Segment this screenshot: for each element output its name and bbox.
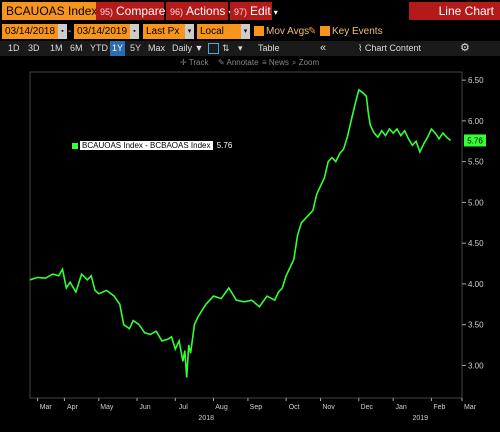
dropdown-icon[interactable]: ▾ bbox=[241, 24, 250, 39]
chart-type-title: Line Chart bbox=[408, 2, 500, 20]
year-label: 2018 bbox=[198, 415, 214, 422]
edit-label: Edit bbox=[250, 4, 271, 18]
x-tick-label: Apr bbox=[67, 404, 79, 411]
chart-content-label: Chart Content bbox=[364, 43, 421, 53]
period-3d[interactable]: 3D bbox=[28, 41, 40, 56]
calendar-icon[interactable]: ▪ bbox=[130, 24, 139, 39]
gear-icon[interactable]: ⚙ bbox=[460, 41, 470, 56]
period-ytd[interactable]: YTD bbox=[90, 41, 108, 56]
actions-label: Actions bbox=[186, 4, 226, 18]
controls-bar: 03/14/2018 ▪ - 03/14/2019 ▪ Last Px ▾ Lo… bbox=[0, 24, 500, 52]
ticker-field[interactable]: BCAUOAS Index bbox=[2, 2, 102, 20]
key-events-label[interactable]: Key Events bbox=[332, 24, 383, 39]
period-1d[interactable]: 1D bbox=[8, 41, 20, 56]
y-tick-label: 3.50 bbox=[468, 321, 484, 330]
x-tick-label: Mar bbox=[40, 404, 53, 411]
track-label: Track bbox=[188, 58, 209, 67]
x-tick-label: Sep bbox=[250, 404, 263, 411]
edit-menu[interactable]: 97) Edit ▾ bbox=[230, 2, 278, 20]
frequency-label: Daily bbox=[172, 43, 193, 53]
x-tick-label: Jul bbox=[179, 404, 188, 411]
key-events-checkbox[interactable] bbox=[320, 26, 330, 36]
y-tick-label: 6.50 bbox=[468, 76, 484, 85]
double-chevron-left-icon[interactable]: « bbox=[320, 41, 326, 56]
compare-label: Compare bbox=[116, 4, 166, 18]
y-tick-label: 6.00 bbox=[468, 117, 484, 126]
news-label: News bbox=[268, 58, 289, 67]
title-bar: BCAUOAS Index 95)Compare 96)Actions▾ 97)… bbox=[0, 0, 500, 22]
y-tick-label: 3.00 bbox=[468, 361, 484, 370]
caret-down-icon: ▼ bbox=[194, 43, 204, 53]
date-separator: - bbox=[68, 26, 72, 37]
x-tick-label: Nov bbox=[322, 404, 335, 411]
year-label: 2019 bbox=[413, 415, 429, 422]
actions-num: 96) bbox=[170, 7, 184, 17]
end-date-field[interactable]: 03/14/2019 bbox=[74, 24, 130, 39]
mov-avgs-checkbox[interactable] bbox=[254, 26, 264, 36]
labels: 6.50 6.00 5.50 5.00 4.50 4.00 3.50 3.00 Mar Apr Ma… bbox=[40, 76, 486, 422]
sort-icon[interactable]: ⇅ bbox=[222, 41, 230, 56]
period-1y-selected[interactable]: 1Y bbox=[110, 41, 126, 56]
crosshair-icon: ✛ bbox=[180, 58, 187, 67]
price-field-select[interactable]: Last Px bbox=[143, 24, 185, 39]
dropdown-icon[interactable]: ▾ bbox=[185, 24, 194, 39]
line-chart-icon[interactable] bbox=[208, 43, 219, 54]
x-tick-label: Jun bbox=[139, 404, 150, 411]
x-tick-label: Jan bbox=[396, 404, 407, 411]
dropdown-icon[interactable]: ▾ bbox=[238, 41, 243, 56]
legend: BCAUOAS Index - BCBAOAS Index 5.76 bbox=[72, 141, 232, 150]
x-tick-label: Feb bbox=[433, 404, 445, 411]
y-tick-label: 5.00 bbox=[468, 198, 484, 207]
table-button[interactable]: Table bbox=[258, 41, 280, 56]
compare-num: 95) bbox=[100, 7, 114, 17]
y-tick-label: 5.50 bbox=[468, 158, 484, 167]
line-chart[interactable]: 6.50 6.00 5.50 5.00 4.50 4.00 3.50 3.00 Mar Apr Ma… bbox=[0, 68, 500, 432]
currency-select[interactable]: Local CCY bbox=[197, 24, 241, 52]
pencil-icon: ✎ bbox=[218, 58, 225, 67]
x-tick-label: Oct bbox=[289, 404, 300, 411]
frequency-select[interactable]: Daily ▼ bbox=[172, 41, 203, 56]
news-icon: ≡ bbox=[262, 58, 267, 67]
chart-content-icon: ⌇ bbox=[358, 43, 363, 53]
x-tick-label: May bbox=[100, 404, 114, 411]
mov-avgs-label[interactable]: Mov Avgs bbox=[266, 24, 309, 39]
grid bbox=[29, 71, 463, 399]
compare-button[interactable]: 95) Compare bbox=[96, 2, 166, 20]
plot-frame bbox=[29, 71, 463, 399]
last-value-label: 5.76 bbox=[467, 136, 483, 145]
period-bar: 1D 3D 1M 6M YTD 1Y 5Y Max Daily ▼ ⇅ ▾ Ta… bbox=[0, 41, 500, 56]
zoom-label: Zoom bbox=[298, 58, 320, 67]
period-max[interactable]: Max bbox=[148, 41, 165, 56]
period-6m[interactable]: 6M bbox=[70, 41, 83, 56]
x-tick-label: Dec bbox=[361, 404, 374, 411]
annotate-label: Annotate bbox=[226, 58, 259, 67]
magnifier-icon: ⌕ bbox=[292, 58, 297, 67]
start-date-field[interactable]: 03/14/2018 bbox=[2, 24, 58, 39]
legend-swatch bbox=[72, 142, 78, 149]
period-5y[interactable]: 5Y bbox=[130, 41, 141, 56]
caret-down-icon: ▾ bbox=[273, 8, 278, 17]
period-1m[interactable]: 1M bbox=[50, 41, 63, 56]
y-tick-label: 4.00 bbox=[468, 280, 484, 289]
y-tick-label: 4.50 bbox=[468, 239, 484, 248]
legend-label: BCAUOAS Index - BCBAOAS Index bbox=[80, 141, 213, 150]
calendar-icon[interactable]: ▪ bbox=[58, 24, 67, 39]
legend-value: 5.76 bbox=[216, 141, 233, 150]
x-tick-label: Mar bbox=[464, 404, 477, 411]
chart-content-button[interactable]: ⌇ Chart Content bbox=[358, 41, 421, 56]
pencil-icon[interactable]: ✎ bbox=[308, 24, 316, 39]
edit-num: 97) bbox=[234, 7, 248, 17]
axes bbox=[37, 79, 466, 401]
series-line bbox=[29, 88, 452, 378]
actions-menu[interactable]: 96)Actions▾ bbox=[166, 2, 232, 20]
x-tick-label: Aug bbox=[215, 404, 228, 411]
